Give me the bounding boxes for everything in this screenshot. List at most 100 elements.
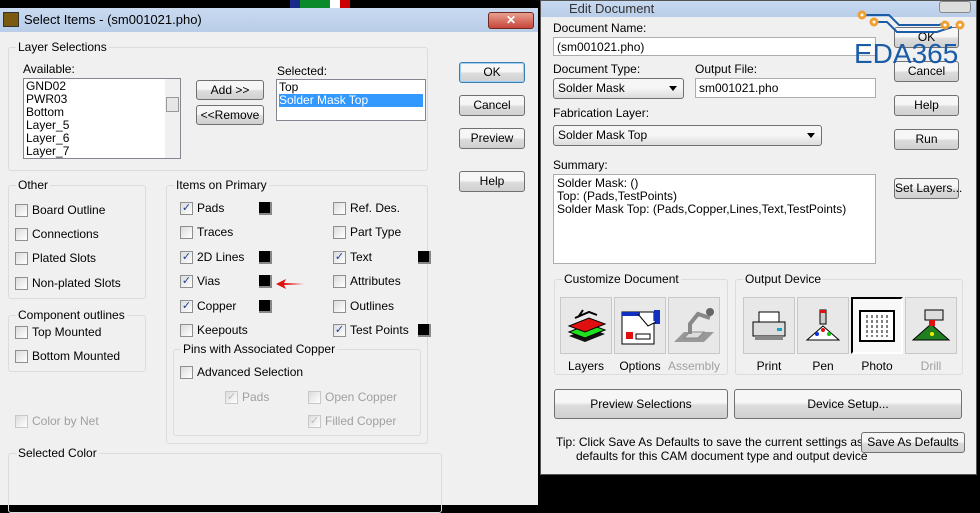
top-mounted-checkbox[interactable]: Top Mounted [15, 325, 101, 339]
part-type-checkbox[interactable]: Part Type [333, 225, 401, 239]
copper-checkbox[interactable]: ✓ Copper [180, 299, 236, 313]
selected-listbox[interactable]: Top Solder Mask Top [276, 79, 426, 121]
group-label: Output Device [743, 272, 824, 286]
pen-button[interactable] [797, 297, 849, 354]
plated-slots-checkbox[interactable]: Plated Slots [15, 251, 96, 265]
layers-icon [567, 308, 607, 342]
print-label: Print [756, 359, 782, 373]
background-pcb-strip [0, 0, 540, 8]
set-layers-button[interactable]: Set Layers... [894, 178, 962, 199]
test-points-checkbox[interactable]: ✓ Test Points [333, 323, 409, 337]
outlines-checkbox[interactable]: Outlines [333, 299, 394, 313]
help-button[interactable]: Help [459, 171, 525, 192]
group-label: Items on Primary [174, 178, 269, 192]
summary-line: Solder Mask Top: (Pads,Copper,Lines,Text… [557, 202, 847, 216]
copper-color-swatch[interactable] [259, 300, 272, 313]
keepouts-checkbox[interactable]: Keepouts [180, 323, 248, 337]
connections-checkbox[interactable]: Connections [15, 227, 99, 241]
preview-button[interactable]: Preview [459, 128, 525, 149]
doc-name-input[interactable]: (sm001021.pho) [553, 37, 876, 56]
checkbox-box[interactable] [333, 225, 346, 239]
scroll-thumb[interactable] [166, 97, 179, 112]
close-button[interactable]: ✕ [488, 12, 534, 29]
device-setup-button[interactable]: Device Setup... [734, 389, 962, 419]
advanced-selection-checkbox[interactable]: Advanced Selection [180, 365, 303, 379]
ref-des-checkbox[interactable]: Ref. Des. [333, 201, 400, 215]
open-copper-checkbox: Open Copper [308, 390, 397, 404]
text-color-swatch[interactable] [418, 251, 431, 264]
available-listbox[interactable]: GND02 PWR03 Bottom Layer_5 Layer_6 Layer… [23, 78, 181, 159]
layers-button[interactable] [560, 297, 612, 354]
options-label: Options [619, 359, 661, 373]
checkbox-label: Text [350, 250, 373, 264]
non-plated-slots-checkbox[interactable]: Non-plated Slots [15, 276, 121, 290]
text-checkbox[interactable]: ✓ Text [333, 250, 372, 264]
checkbox-box[interactable] [180, 323, 193, 337]
vias-checkbox[interactable]: ✓ Vias [180, 274, 220, 288]
checkbox-box[interactable] [180, 225, 193, 239]
save-as-defaults-button[interactable]: Save As Defaults [861, 432, 965, 453]
drill-button [905, 297, 957, 354]
print-button[interactable] [743, 297, 795, 354]
options-button[interactable] [614, 297, 666, 354]
watermark-text: EDA365 [854, 38, 959, 69]
drill-icon [911, 309, 951, 340]
checkbox-label: Connections [32, 227, 99, 241]
help-button[interactable]: Help [894, 95, 959, 116]
remove-button[interactable]: <<Remove [196, 105, 264, 125]
summary-textarea[interactable]: Solder Mask: () Top: (Pads,TestPoints) S… [553, 174, 876, 264]
checkbox-label: Outlines [350, 299, 395, 313]
fab-layer-label: Fabrication Layer: [553, 106, 650, 120]
checkbox-label: Plated Slots [32, 251, 97, 265]
ok-button[interactable]: OK [459, 62, 525, 83]
checkbox-box[interactable] [333, 299, 346, 313]
checkbox-label: Attributes [350, 274, 401, 288]
fab-layer-select[interactable]: Solder Mask Top [553, 125, 822, 146]
group-label: Layer Selections [16, 40, 109, 54]
selected-color-group: Selected Color [8, 446, 442, 513]
scrollbar[interactable] [165, 79, 180, 158]
dialog-title: Select Items - (sm001021.pho) [24, 12, 202, 27]
run-button[interactable]: Run [894, 129, 959, 150]
checkbox-label: Open Copper [325, 390, 398, 404]
doc-type-label: Document Type: [553, 62, 641, 76]
vias-color-swatch[interactable] [259, 275, 272, 288]
checkbox-box[interactable] [333, 201, 346, 215]
output-file-input[interactable]: sm001021.pho [695, 78, 876, 98]
add-button[interactable]: Add >> [196, 80, 264, 100]
doc-type-select[interactable]: Solder Mask [553, 78, 684, 99]
checkbox-label: Keepouts [197, 323, 248, 337]
options-icon [621, 309, 660, 344]
printer-icon [752, 311, 786, 340]
checkbox-box[interactable]: ✓ [333, 250, 346, 264]
checkbox-box[interactable] [333, 274, 346, 288]
preview-selections-button[interactable]: Preview Selections [554, 389, 728, 419]
attributes-checkbox[interactable]: Attributes [333, 274, 401, 288]
2d-lines-checkbox[interactable]: ✓ 2D Lines [180, 250, 244, 264]
photoplotter-icon [859, 309, 895, 342]
checkbox-label: Pads [242, 390, 270, 404]
checkbox-box[interactable]: ✓ [180, 201, 193, 215]
list-item[interactable]: Layer_7 [26, 145, 164, 158]
bottom-mounted-checkbox[interactable]: Bottom Mounted [15, 349, 120, 363]
checkbox-box[interactable]: ✓ [180, 299, 193, 313]
pads-color-swatch[interactable] [259, 202, 272, 215]
checkbox-label: Pads [197, 201, 225, 215]
2d-lines-color-swatch[interactable] [259, 251, 272, 264]
available-label: Available: [23, 62, 75, 76]
photo-button[interactable] [851, 297, 903, 354]
test-points-color-swatch[interactable] [418, 324, 431, 337]
checkbox-box[interactable]: ✓ [180, 274, 193, 288]
checkbox-label: 2D Lines [197, 250, 245, 264]
doc-name-label: Document Name: [553, 21, 647, 35]
tip-line-2: defaults for this CAM document type and … [576, 449, 868, 463]
pads-checkbox[interactable]: ✓ Pads [180, 201, 224, 215]
traces-checkbox[interactable]: Traces [180, 225, 233, 239]
pins-pads-checkbox: ✓ Pads [225, 390, 270, 404]
cancel-button[interactable]: Cancel [459, 95, 525, 116]
checkbox-box[interactable]: ✓ [180, 250, 193, 264]
list-item-selected[interactable]: Solder Mask Top [279, 94, 423, 107]
checkbox-box[interactable]: ✓ [333, 323, 346, 337]
board-outline-checkbox[interactable]: Board Outline [15, 203, 105, 217]
checkbox-label: Color by Net [32, 414, 99, 428]
